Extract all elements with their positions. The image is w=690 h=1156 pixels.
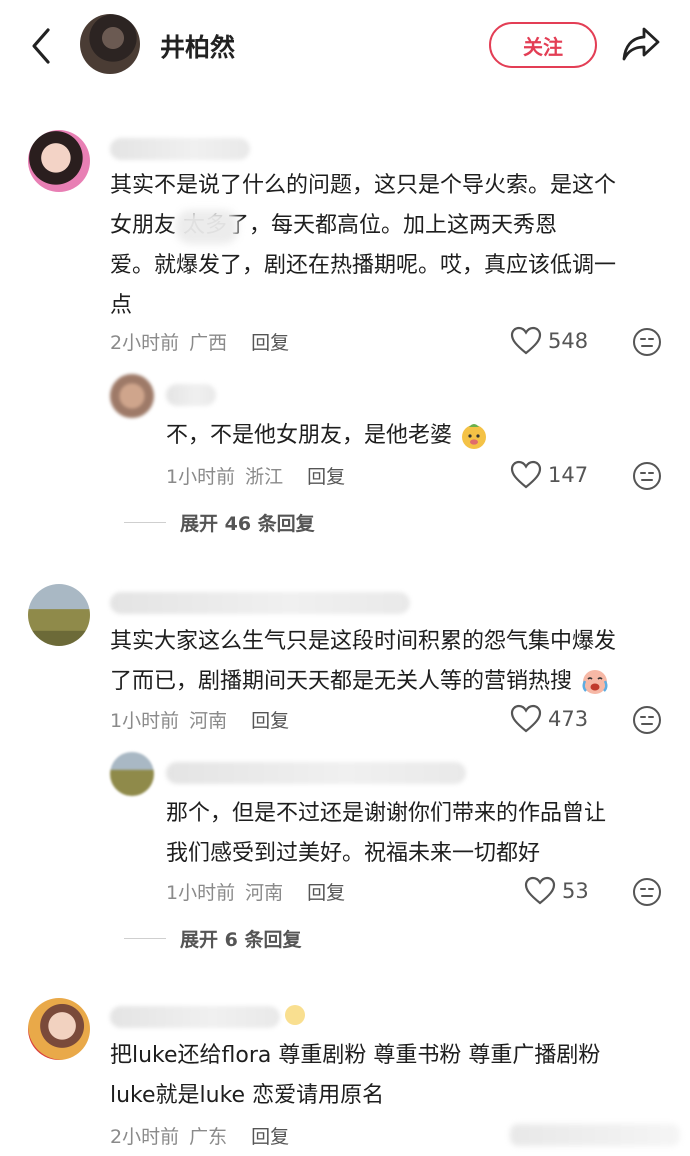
reply-name-blurred[interactable] bbox=[166, 384, 216, 406]
reply-button[interactable]: 回复 bbox=[251, 1122, 289, 1149]
like-button[interactable]: 53 bbox=[524, 876, 589, 906]
reply-location: 河南 bbox=[245, 882, 284, 904]
like-button[interactable]: 147 bbox=[510, 460, 588, 490]
reply-name-blurred[interactable] bbox=[166, 762, 466, 784]
commenter-name-blurred[interactable] bbox=[110, 592, 410, 614]
blurred-watermark bbox=[510, 1124, 680, 1146]
heart-outline-icon bbox=[524, 876, 556, 905]
cheeky-face-emoji bbox=[462, 424, 487, 449]
reply-button[interactable]: 回复 bbox=[307, 878, 345, 905]
expand-replies-button[interactable]: 展开 6 条回复 bbox=[124, 925, 301, 952]
reply-avatar[interactable] bbox=[110, 752, 154, 796]
divider-line bbox=[124, 938, 166, 939]
like-button[interactable]: 548 bbox=[510, 326, 588, 356]
comment-location: 广西 bbox=[189, 332, 228, 354]
reply-button[interactable]: 回复 bbox=[251, 706, 289, 733]
comment-time: 2小时前 bbox=[110, 332, 180, 354]
comment-meta: 2小时前 广东 回复 bbox=[110, 1122, 289, 1149]
reply-meta: 1小时前 河南 回复 bbox=[166, 878, 345, 905]
neutral-face-icon[interactable] bbox=[632, 877, 662, 907]
reply-time: 1小时前 bbox=[166, 466, 236, 488]
comment-time: 1小时前 bbox=[110, 710, 180, 732]
commenter-name-blurred[interactable] bbox=[110, 1006, 280, 1028]
expand-replies-label: 展开 6 条回复 bbox=[180, 929, 302, 951]
comment-time: 2小时前 bbox=[110, 1126, 180, 1148]
reply-text: 不，不是他女朋友，是他老婆 bbox=[166, 416, 489, 456]
heart-outline-icon bbox=[510, 326, 542, 355]
like-count: 53 bbox=[562, 879, 589, 903]
like-count: 548 bbox=[548, 329, 589, 353]
expand-replies-label: 展开 46 条回复 bbox=[180, 513, 315, 535]
profile-name[interactable]: 井柏然 bbox=[160, 28, 235, 64]
reply-button[interactable]: 回复 bbox=[251, 328, 289, 355]
commenter-name-blurred[interactable] bbox=[110, 138, 250, 160]
divider-line bbox=[124, 522, 166, 523]
blurred-word bbox=[176, 210, 238, 244]
reply-location: 浙江 bbox=[245, 466, 284, 488]
commenter-avatar[interactable] bbox=[28, 584, 90, 646]
profile-avatar[interactable] bbox=[80, 14, 140, 74]
heart-outline-icon bbox=[510, 460, 542, 489]
reply-avatar[interactable] bbox=[110, 374, 154, 418]
comment-text: 把luke还给flora 尊重剧粉 尊重书粉 尊重广播剧粉 luke就是luke… bbox=[110, 1043, 601, 1108]
header-bar: 井柏然 关注 bbox=[0, 0, 690, 92]
neutral-face-icon[interactable] bbox=[632, 705, 662, 735]
comment-location: 河南 bbox=[189, 710, 228, 732]
neutral-face-icon[interactable] bbox=[632, 327, 662, 357]
like-count: 147 bbox=[548, 463, 589, 487]
reply-time: 1小时前 bbox=[166, 882, 236, 904]
comment-text: 其实不是说了什么的问题，这只是个导火索。是这个 女朋友 太多了，每天都高位。加上… bbox=[110, 173, 617, 318]
neutral-face-icon[interactable] bbox=[632, 461, 662, 491]
comment-meta: 2小时前 广西 回复 bbox=[110, 328, 289, 355]
reply-button[interactable]: 回复 bbox=[307, 462, 345, 489]
crying-face-emoji bbox=[582, 670, 608, 694]
expand-replies-button[interactable]: 展开 46 条回复 bbox=[124, 509, 315, 536]
commenter-avatar[interactable] bbox=[28, 998, 90, 1060]
reply-text: 那个，但是不过还是谢谢你们带来的作品曾让 我们感受到过美好。祝福未来一切都好 bbox=[166, 801, 607, 866]
follow-button[interactable]: 关注 bbox=[489, 22, 597, 68]
comment-meta: 1小时前 河南 回复 bbox=[110, 706, 289, 733]
heart-outline-icon bbox=[510, 704, 542, 733]
comment-text: 其实大家这么生气只是这段时间积累的怨气集中爆发 了而已，剧播期间天天都是无关人等… bbox=[110, 622, 616, 702]
reply-meta: 1小时前 浙江 回复 bbox=[166, 462, 345, 489]
comment-location: 广东 bbox=[189, 1126, 228, 1148]
share-arrow-icon[interactable] bbox=[620, 24, 662, 64]
badge-emoji bbox=[285, 1005, 305, 1025]
like-button[interactable]: 473 bbox=[510, 704, 588, 734]
like-count: 473 bbox=[548, 707, 589, 731]
back-chevron-icon[interactable] bbox=[26, 24, 58, 68]
commenter-avatar[interactable] bbox=[28, 130, 90, 192]
